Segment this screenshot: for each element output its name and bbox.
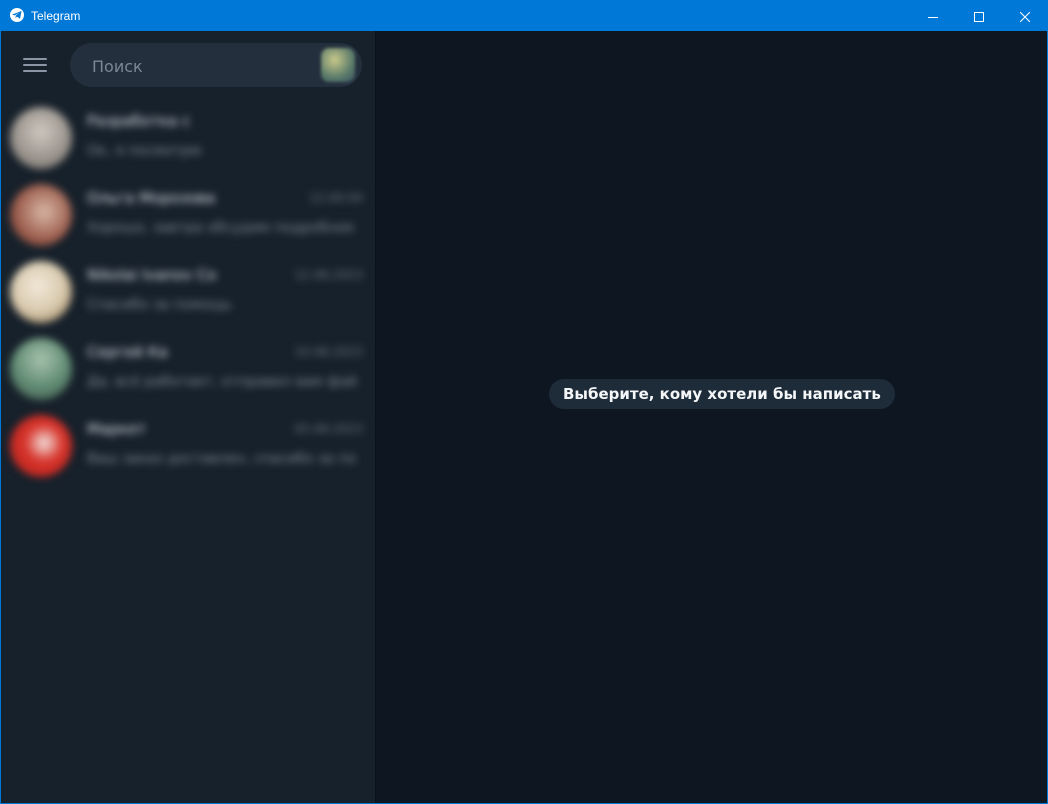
title-bar[interactable]: Telegram <box>1 1 1047 31</box>
minimize-icon <box>928 7 938 26</box>
chat-name: Маркет <box>87 420 146 438</box>
minimize-button[interactable] <box>910 1 956 31</box>
chat-preview: Ваш заказ доставлен, спасибо за покупку <box>87 451 357 467</box>
chat-list-item[interactable]: Разработка с Ок, я посмотрю <box>1 99 375 176</box>
telegram-logo-icon <box>10 8 24 22</box>
empty-state-message: Выберите, кому хотели бы написать <box>549 379 895 409</box>
avatar <box>10 107 72 169</box>
maximize-icon <box>974 7 984 26</box>
close-icon <box>1019 7 1031 26</box>
sidebar: Разработка с Ок, я посмотрю Ольга Морозо… <box>1 31 376 803</box>
search-box <box>70 43 362 87</box>
chat-preview: Спасибо за помощь <box>87 297 232 313</box>
chat-name: Разработка с <box>87 112 191 130</box>
close-button[interactable] <box>1002 1 1047 31</box>
chat-name: Ольга Морозова <box>87 189 216 207</box>
chat-list-item[interactable]: Nikolai Ivanov Co 12.08.2023 Спасибо за … <box>1 253 375 330</box>
avatar <box>10 261 72 323</box>
chat-list-item[interactable]: Маркет 05.08.2023 Ваш заказ доставлен, с… <box>1 407 375 484</box>
hamburger-menu-icon <box>23 58 47 60</box>
chat-area: Выберите, кому хотели бы написать <box>376 31 1047 803</box>
chat-preview: Да, всё работает, отправил вам файлы <box>87 374 357 390</box>
chat-time: 12.08.2023 <box>294 268 363 282</box>
chat-list-item[interactable]: Ольга Морозова 12:00:00 Хорошо, завтра о… <box>1 176 375 253</box>
avatar <box>10 415 72 477</box>
maximize-button[interactable] <box>956 1 1002 31</box>
chat-time: 12:00:00 <box>309 191 363 205</box>
telegram-window: Telegram Поиск Разработка с Ок, я посмот… <box>0 0 1048 804</box>
stories-avatar[interactable] <box>321 48 355 82</box>
avatar <box>10 338 72 400</box>
chat-time: 10.08.2023 <box>294 345 363 359</box>
chat-preview: Ок, я посмотрю <box>87 143 202 159</box>
chat-time: 05.08.2023 <box>294 422 363 436</box>
chat-preview: Хорошо, завтра обсудим подробнее это всё <box>87 220 357 236</box>
chat-name: Сергей Ка <box>87 343 168 361</box>
window-title: Telegram <box>31 9 81 23</box>
search-input[interactable] <box>90 53 314 79</box>
main-menu-button[interactable] <box>23 54 47 74</box>
chat-list-item[interactable]: Сергей Ка 10.08.2023 Да, всё работает, о… <box>1 330 375 407</box>
chat-name: Nikolai Ivanov Co <box>87 266 217 284</box>
avatar <box>10 184 72 246</box>
